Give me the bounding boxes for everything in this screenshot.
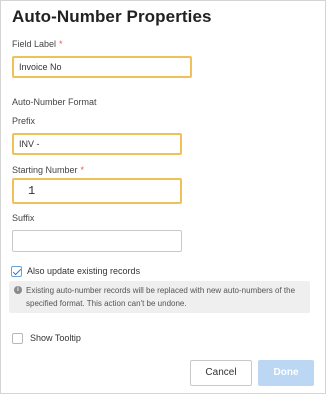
starting-number-text: Starting Number [12, 165, 78, 175]
required-mark: * [80, 165, 85, 175]
show-tooltip-label[interactable]: Show Tooltip [30, 333, 81, 343]
field-label-input[interactable] [12, 56, 192, 78]
show-tooltip-checkbox[interactable] [12, 333, 23, 344]
auto-number-properties-dialog: Auto-Number Properties Field Label* Auto… [0, 0, 326, 394]
done-button[interactable]: Done [258, 360, 314, 386]
prefix-label: Prefix [12, 116, 36, 126]
starting-number-input[interactable] [12, 178, 182, 204]
required-mark: * [59, 39, 63, 49]
info-message-box: i Existing auto-number records will be r… [9, 281, 310, 313]
suffix-input[interactable] [12, 230, 182, 252]
auto-number-format-heading: Auto-Number Format [12, 97, 97, 107]
info-message-text: Existing auto-number records will be rep… [26, 286, 296, 308]
suffix-label: Suffix [12, 213, 35, 223]
footer-divider [1, 358, 325, 359]
starting-number-label: Starting Number * [12, 165, 84, 175]
field-label-text: Field Label [12, 39, 57, 49]
prefix-input[interactable] [12, 133, 182, 155]
cancel-button[interactable]: Cancel [190, 360, 252, 386]
update-existing-label[interactable]: Also update existing records [27, 266, 140, 276]
dialog-title: Auto-Number Properties [12, 7, 212, 26]
field-label-label: Field Label * [12, 39, 63, 49]
info-icon: i [14, 286, 22, 294]
update-existing-checkbox[interactable] [11, 266, 22, 277]
